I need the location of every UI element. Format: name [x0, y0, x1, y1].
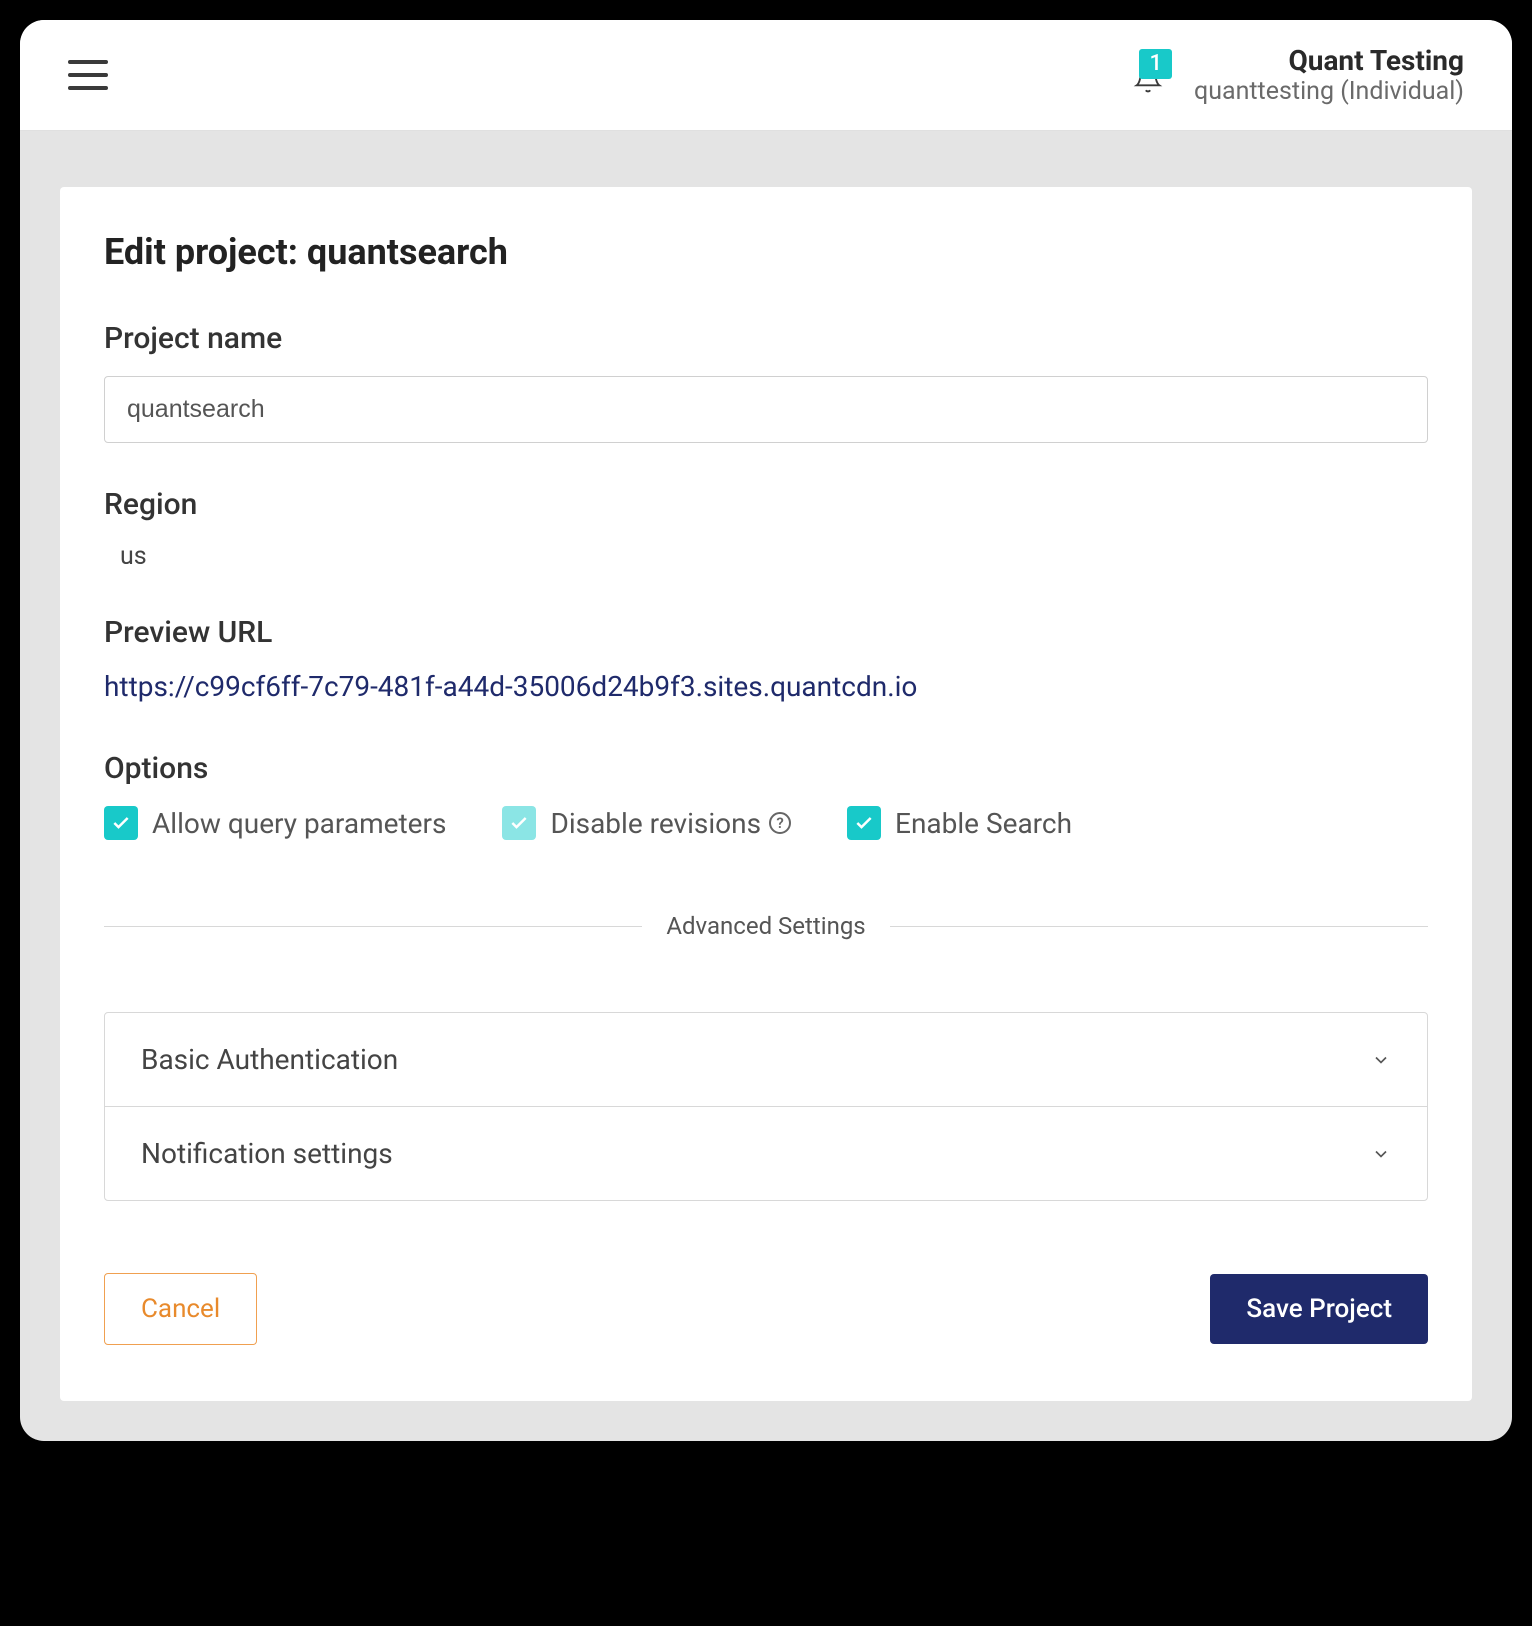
enable-search-checkbox[interactable]: Enable Search	[847, 806, 1072, 840]
content-wrap: Edit project: quantsearch Project name R…	[20, 131, 1512, 1441]
header-right: 1 Quant Testing quanttesting (Individual…	[1130, 44, 1464, 106]
checkbox-icon	[104, 806, 138, 840]
accordion-title: Notification settings	[141, 1137, 393, 1170]
checkbox-icon	[502, 806, 536, 840]
chevron-down-icon	[1371, 1050, 1391, 1070]
disable-revisions-label: Disable revisions ?	[550, 807, 791, 840]
preview-url-label: Preview URL	[104, 615, 1428, 650]
checkbox-icon	[847, 806, 881, 840]
allow-query-checkbox[interactable]: Allow query parameters	[104, 806, 446, 840]
page-title: Edit project: quantsearch	[104, 231, 1428, 273]
preview-url-link[interactable]: https://c99cf6ff-7c79-481f-a44d-35006d24…	[104, 670, 1428, 703]
disable-revisions-checkbox[interactable]: Disable revisions ?	[502, 806, 791, 840]
region-value: us	[104, 542, 1428, 571]
menu-icon[interactable]	[68, 60, 108, 90]
notifications-button[interactable]: 1	[1130, 55, 1166, 95]
options-label: Options	[104, 751, 1428, 786]
help-icon[interactable]: ?	[769, 812, 791, 834]
enable-search-label: Enable Search	[895, 807, 1072, 840]
accordion-title: Basic Authentication	[141, 1043, 398, 1076]
notification-badge: 1	[1139, 49, 1172, 79]
accordion: Basic Authentication Notification settin…	[104, 1012, 1428, 1201]
options-row: Allow query parameters Disable revisions…	[104, 806, 1428, 840]
chevron-down-icon	[1371, 1144, 1391, 1164]
user-sub: quanttesting (Individual)	[1194, 77, 1464, 106]
accordion-notification[interactable]: Notification settings	[105, 1107, 1427, 1200]
save-button[interactable]: Save Project	[1210, 1274, 1428, 1344]
user-block[interactable]: Quant Testing quanttesting (Individual)	[1194, 44, 1464, 106]
project-name-label: Project name	[104, 321, 1428, 356]
cancel-button[interactable]: Cancel	[104, 1273, 257, 1345]
user-name: Quant Testing	[1194, 44, 1464, 77]
region-label: Region	[104, 487, 1428, 522]
accordion-basic-auth[interactable]: Basic Authentication	[105, 1013, 1427, 1107]
project-name-input[interactable]	[104, 376, 1428, 443]
app-header: 1 Quant Testing quanttesting (Individual…	[20, 20, 1512, 131]
app-window: 1 Quant Testing quanttesting (Individual…	[20, 20, 1512, 1441]
allow-query-label: Allow query parameters	[152, 807, 446, 840]
button-row: Cancel Save Project	[104, 1273, 1428, 1345]
advanced-label: Advanced Settings	[666, 912, 865, 940]
form-card: Edit project: quantsearch Project name R…	[60, 187, 1472, 1401]
advanced-divider: Advanced Settings	[104, 912, 1428, 940]
